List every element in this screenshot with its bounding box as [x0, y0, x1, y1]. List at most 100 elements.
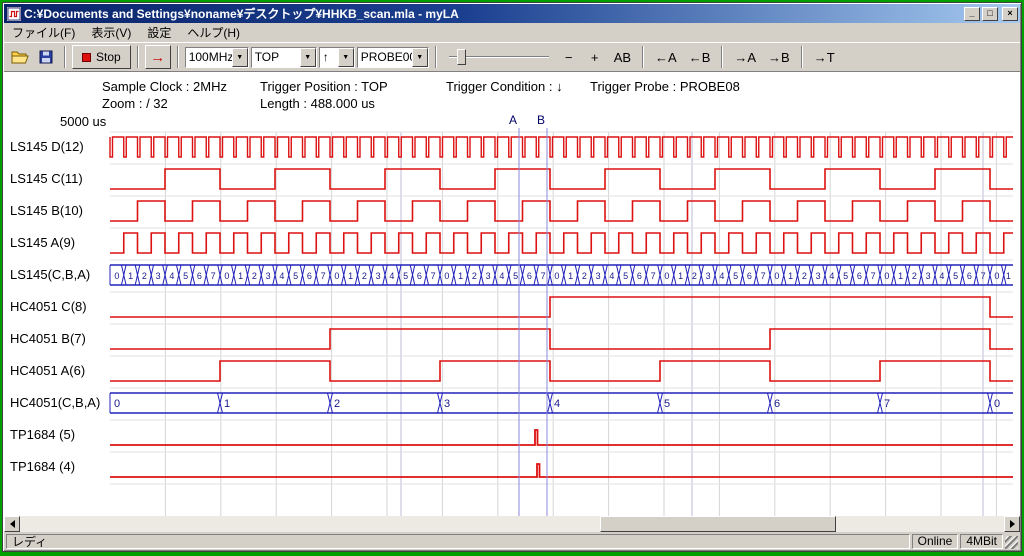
- stop-icon: [82, 53, 91, 62]
- bus-transition: [809, 265, 814, 285]
- trigger-edge-dropdown[interactable]: ↑ ▼: [319, 47, 355, 68]
- channel-trace: [110, 297, 1013, 317]
- channel-label: HC4051 A(6): [10, 363, 85, 378]
- menu-file[interactable]: ファイル(F): [4, 22, 83, 43]
- bus-transition: [864, 265, 869, 285]
- bus-transition: [740, 265, 745, 285]
- goto-cursor-b-left-button[interactable]: ←B: [684, 46, 716, 68]
- bus-transition: [630, 265, 635, 285]
- menu-view[interactable]: 表示(V): [83, 22, 139, 43]
- bus-value-label: 7: [211, 271, 216, 281]
- bus-transition: [135, 265, 140, 285]
- zoom-in-button[interactable]: +: [583, 46, 607, 68]
- bus-transition: [493, 265, 498, 285]
- window-title: C:¥Documents and Settings¥noname¥デスクトップ¥…: [24, 5, 962, 22]
- resize-grip[interactable]: [1005, 536, 1018, 549]
- bus-transition: [658, 265, 663, 285]
- horizontal-scrollbar[interactable]: [4, 516, 1020, 532]
- bus-value-label: 2: [802, 271, 807, 281]
- menu-help[interactable]: ヘルプ(H): [179, 22, 248, 43]
- close-button[interactable]: ×: [1002, 7, 1018, 21]
- bus-transition: [121, 265, 126, 285]
- zoom-slider[interactable]: [449, 45, 549, 69]
- channel-label: HC4051 B(7): [10, 331, 86, 346]
- bus-value-label: 6: [747, 271, 752, 281]
- bus-value-label: 7: [651, 271, 656, 281]
- toolbar-separator: [137, 46, 139, 68]
- bus-value-label: 4: [719, 271, 724, 281]
- bus-transition: [768, 393, 773, 413]
- cursor-label-A: A: [509, 113, 517, 127]
- bus-transition: [314, 265, 319, 285]
- zoom-out-button[interactable]: −: [557, 46, 581, 68]
- bus-value-label: 0: [994, 271, 999, 281]
- cursor-ab-button[interactable]: AB: [609, 46, 636, 68]
- goto-trigger-button[interactable]: →T: [809, 46, 840, 68]
- bus-transition: [575, 265, 580, 285]
- run-button[interactable]: →: [145, 45, 171, 69]
- goto-cursor-a-right-button[interactable]: →A: [729, 46, 761, 68]
- bus-value-label: 1: [224, 398, 230, 410]
- chevron-down-icon[interactable]: ▼: [412, 48, 428, 67]
- bus-transition: [259, 265, 264, 285]
- bus-value-label: 5: [403, 271, 408, 281]
- bus-transition: [988, 265, 993, 285]
- bus-value-label: 4: [169, 271, 174, 281]
- menu-bar: ファイル(F) 表示(V) 設定 ヘルプ(H): [4, 23, 1020, 42]
- goto-cursor-b-right-button[interactable]: →B: [763, 46, 795, 68]
- bus-transition: [974, 265, 979, 285]
- channel-trace: [110, 169, 1013, 189]
- sample-clock-dropdown[interactable]: 100MHz ▼: [185, 47, 249, 68]
- bus-value-label: 1: [458, 271, 463, 281]
- waveform-panel: Sample Clock : 2MHz Trigger Position : T…: [4, 71, 1020, 516]
- bus-value-label: 3: [444, 398, 450, 410]
- bus-transition: [781, 265, 786, 285]
- scrollbar-thumb[interactable]: [600, 516, 836, 532]
- bus-value-label: 2: [472, 271, 477, 281]
- bus-value-label: 0: [334, 271, 339, 281]
- menu-settings[interactable]: 設定: [139, 22, 179, 43]
- bus-value-label: 4: [829, 271, 834, 281]
- bus-value-label: 7: [541, 271, 546, 281]
- bus-transition: [534, 265, 539, 285]
- bus-value-label: 6: [417, 271, 422, 281]
- bus-transition: [245, 265, 250, 285]
- chevron-down-icon[interactable]: ▼: [300, 48, 316, 67]
- trigger-position-dropdown[interactable]: TOP ▼: [251, 47, 317, 68]
- open-file-button[interactable]: [8, 45, 32, 69]
- app-icon: [7, 7, 21, 21]
- slider-handle[interactable]: [457, 49, 466, 65]
- waveform-area: LS145 D(12)LS145 C(11)LS145 B(10)LS145 A…: [4, 72, 1020, 516]
- bus-value-label: 3: [926, 271, 931, 281]
- bus-transition: [396, 265, 401, 285]
- bus-transition: [644, 265, 649, 285]
- bus-transition: [561, 265, 566, 285]
- bus-value-label: 0: [774, 271, 779, 281]
- bus-transition: [946, 265, 951, 285]
- bus-transition: [671, 265, 676, 285]
- app-window: C:¥Documents and Settings¥noname¥デスクトップ¥…: [2, 2, 1022, 552]
- bus-transition: [190, 265, 195, 285]
- bus-value-label: 5: [953, 271, 958, 281]
- bus-value-label: 5: [664, 398, 670, 410]
- trigger-probe-dropdown[interactable]: PROBE00 ▼: [357, 47, 429, 68]
- bus-value-label: 1: [238, 271, 243, 281]
- maximize-button[interactable]: □: [982, 7, 998, 21]
- bus-transition: [726, 265, 731, 285]
- channel-trace: [110, 137, 1013, 157]
- bus-value-label: 5: [623, 271, 628, 281]
- chevron-down-icon[interactable]: ▼: [232, 48, 248, 67]
- bus-value-label: 2: [334, 398, 340, 410]
- bus-transition: [699, 265, 704, 285]
- toolbar: Stop → 100MHz ▼ TOP ▼ ↑ ▼ PROBE00 ▼ − + …: [4, 42, 1020, 71]
- chevron-down-icon[interactable]: ▼: [338, 48, 354, 67]
- scroll-right-button[interactable]: [1004, 516, 1020, 532]
- scroll-left-button[interactable]: [4, 516, 20, 532]
- bus-transition: [355, 265, 360, 285]
- status-online-badge: Online: [912, 534, 959, 549]
- stop-button[interactable]: Stop: [72, 45, 131, 69]
- minimize-button[interactable]: _: [964, 7, 980, 21]
- goto-cursor-a-left-button[interactable]: ←A: [650, 46, 682, 68]
- save-file-button[interactable]: [34, 45, 58, 69]
- bus-transition: [713, 265, 718, 285]
